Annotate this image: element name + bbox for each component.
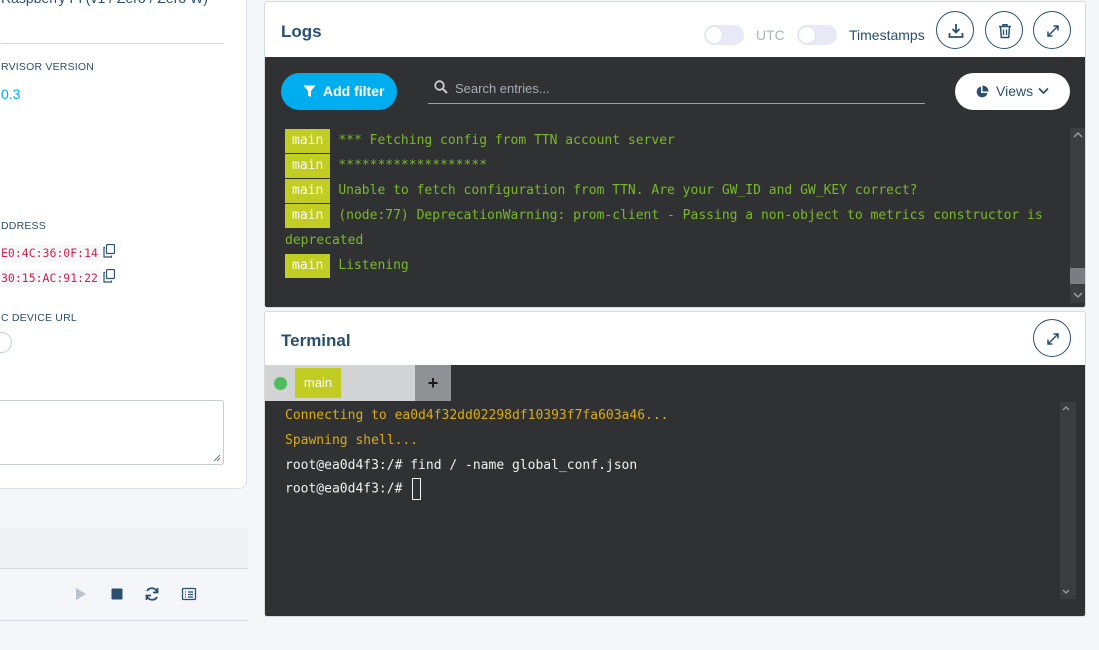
terminal-line: Connecting to ea0d4f32dd02298df10393f7fa… [285, 408, 669, 423]
restart-icon[interactable] [144, 586, 160, 602]
list-icon[interactable] [181, 586, 197, 602]
supervisor-version-value[interactable]: 0.3 [1, 86, 20, 102]
divider [1, 43, 224, 44]
views-label: Views [996, 83, 1034, 99]
log-text: *** Fetching config from TTN account ser… [338, 133, 675, 148]
toggle-knob [706, 27, 722, 43]
terminal-prompt-line[interactable]: root@ea0d4f3:/# [285, 478, 422, 500]
log-text: (node:77) DeprecationWarning: prom-clien… [338, 208, 1043, 223]
search-input[interactable] [455, 78, 915, 98]
terminal-prompt: root@ea0d4f3:/# [285, 481, 411, 497]
download-logs-button[interactable] [936, 11, 974, 49]
service-tag: main [285, 154, 331, 178]
log-line: main (node:77) DeprecationWarning: prom-c… [285, 204, 1043, 228]
logs-viewer: Add filter Views main *** Fetching config… [265, 57, 1085, 307]
views-dropdown[interactable]: Views [955, 73, 1070, 110]
log-line: main ******************* [285, 154, 487, 178]
mac-address-2: 30:15:AC:91:22 [1, 270, 101, 287]
terminal-line: root@ea0d4f3:/# find / -name global_conf… [285, 458, 638, 473]
logs-scrollbar[interactable] [1070, 128, 1085, 303]
log-line: main Unable to fetch configuration from T… [285, 179, 918, 203]
log-line: main *** Fetching config from TTN account… [285, 129, 675, 153]
device-details-content: Raspberry Pi (v1 / Zero / Zero W) RVISOR… [0, 0, 248, 490]
stop-icon[interactable] [109, 586, 125, 602]
service-tag: main [285, 204, 331, 228]
chevron-down-icon [1038, 87, 1049, 95]
search-box [428, 75, 925, 104]
download-icon [948, 24, 964, 38]
clear-logs-button[interactable] [985, 11, 1023, 49]
filter-icon [303, 85, 316, 97]
search-icon [434, 80, 448, 94]
log-line: main Listening [285, 254, 409, 278]
terminal-tab-main[interactable]: main [295, 368, 341, 398]
scrollbar-thumb[interactable] [1070, 268, 1085, 284]
scroll-down-icon[interactable] [1061, 586, 1071, 596]
device-type-value: Raspberry Pi (v1 / Zero / Zero W) [1, 0, 208, 6]
play-icon[interactable] [73, 586, 89, 602]
expand-icon [1047, 333, 1059, 345]
terminal-card: Terminal main + Connecting to ea0d4f32dd… [264, 311, 1086, 617]
log-text: Unable to fetch configuration from TTN. … [338, 183, 918, 198]
service-tag: main [285, 179, 331, 203]
terminal-title: Terminal [281, 331, 351, 350]
resize-handle-icon[interactable] [211, 452, 221, 462]
copy-icon[interactable] [103, 269, 115, 283]
log-text: deprecated [285, 233, 364, 248]
logs-title: Logs [281, 22, 322, 41]
scroll-up-icon[interactable] [1061, 404, 1071, 414]
copy-icon[interactable] [103, 244, 115, 258]
timestamps-toggle[interactable] [797, 25, 837, 45]
expand-terminal-button[interactable] [1033, 319, 1071, 357]
service-controls-row [0, 570, 248, 621]
logs-card: Logs UTC Timestamps Add filter Search en… [264, 1, 1086, 308]
log-text: Listening [338, 258, 409, 273]
terminal-scrollbar[interactable] [1060, 402, 1076, 599]
add-terminal-tab-button[interactable]: + [415, 365, 451, 401]
terminal-cursor [412, 478, 422, 500]
public-url-toggle[interactable] [0, 332, 12, 353]
utc-label: UTC [756, 27, 785, 43]
actions-header-band [0, 528, 248, 569]
log-line-continuation: deprecated [285, 229, 363, 253]
mac-address-1: E0:4C:36:0F:14 [1, 245, 101, 262]
device-notes-textarea[interactable] [0, 400, 224, 465]
toggle-knob [799, 27, 815, 43]
terminal-tabbar: main + [265, 365, 451, 401]
public-device-url-label: C DEVICE URL [1, 312, 77, 324]
trash-icon [999, 24, 1011, 39]
service-tag: main [285, 129, 331, 153]
supervisor-version-label: RVISOR VERSION [1, 61, 95, 73]
add-filter-label: Add filter [323, 83, 385, 99]
scroll-up-icon[interactable] [1073, 130, 1083, 140]
pie-chart-icon [976, 85, 989, 98]
timestamps-label: Timestamps [849, 27, 925, 43]
terminal-viewer: main + Connecting to ea0d4f32dd02298df10… [265, 365, 1085, 616]
scroll-down-icon[interactable] [1073, 290, 1083, 300]
expand-logs-button[interactable] [1033, 11, 1071, 49]
log-text: ******************* [338, 158, 488, 173]
service-tag: main [285, 254, 331, 278]
mac-address-label: DDRESS [1, 220, 46, 232]
expand-icon [1047, 25, 1059, 37]
utc-toggle[interactable] [704, 25, 744, 45]
add-filter-button[interactable]: Add filter [281, 73, 397, 110]
terminal-line: Spawning shell... [285, 433, 419, 448]
device-details-card: Raspberry Pi (v1 / Zero / Zero W) RVISOR… [0, 0, 247, 489]
status-online-icon [274, 377, 287, 390]
